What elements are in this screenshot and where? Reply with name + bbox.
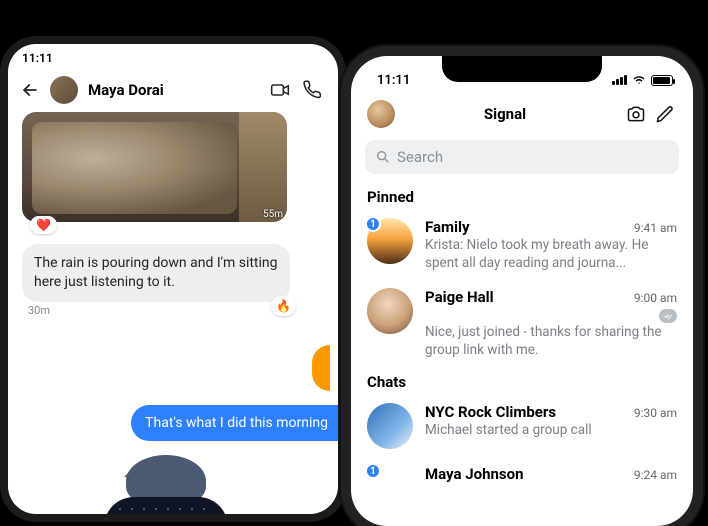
image-message[interactable]: 55m ❤️ (22, 112, 287, 222)
incoming-message-text: The rain is pouring down and I'm sitting… (34, 255, 278, 290)
profile-avatar[interactable] (367, 100, 395, 128)
heart-reaction-icon[interactable]: ❤️ (30, 216, 57, 234)
conversation-time: 9:30 am (634, 406, 677, 420)
conversation-row-family[interactable]: 1 Family 9:41 am Krista: Nielo took my b… (351, 210, 693, 280)
conversation-name: Paige Hall (425, 288, 494, 306)
conversation-row-nyc[interactable]: NYC Rock Climbers 9:30 am Michael starte… (351, 395, 693, 457)
camera-icon[interactable] (625, 104, 647, 124)
battery-icon (651, 75, 673, 86)
orange-bubble-edge (312, 345, 330, 391)
search-placeholder: Search (397, 148, 443, 166)
chat-header: Maya Dorai (8, 72, 338, 112)
cat-photo (32, 122, 237, 214)
avatar (367, 288, 413, 334)
search-field[interactable]: Search (365, 140, 679, 174)
avatar (367, 403, 413, 449)
voice-call-icon[interactable] (302, 80, 326, 100)
conversation-row-maya[interactable]: 1 Maya Johnson 9:24 am (351, 457, 693, 519)
conversation-time: 9:00 am (634, 291, 677, 305)
outgoing-message[interactable]: That's what I did this morning (131, 405, 338, 441)
conversation-preview: Krista: Nielo took my breath away. He sp… (425, 237, 677, 272)
outgoing-message-text: That's what I did this morning (145, 415, 328, 431)
fire-reaction-icon[interactable]: 🔥 (271, 296, 296, 316)
iphone: 11:11 Signal Search Pinned 1 Family 9:41… (351, 56, 693, 526)
cat-sticker[interactable] (86, 455, 246, 514)
cellular-icon (612, 75, 627, 85)
section-chats: Chats (351, 367, 693, 395)
chat-body: 55m ❤️ The rain is pouring down and I'm … (8, 112, 338, 514)
avatar: 1 (367, 465, 413, 511)
avatar: 1 (367, 218, 413, 264)
ios-clock: 11:11 (377, 73, 410, 88)
back-arrow-icon[interactable] (20, 80, 40, 100)
read-receipt-icon (659, 309, 677, 323)
unread-badge: 1 (365, 463, 381, 479)
unread-badge: 1 (365, 216, 381, 232)
ios-status-right (612, 74, 673, 86)
outgoing-image-edge[interactable] (16, 345, 330, 391)
conversation-list-header: Signal (351, 94, 693, 136)
iphone-notch (442, 56, 602, 82)
image-message-time: 55m (263, 209, 283, 220)
wifi-icon (631, 74, 647, 86)
conversation-time: 9:24 am (634, 468, 677, 482)
sticker-bed (104, 497, 228, 514)
conversation-name: Maya Johnson (425, 465, 523, 483)
android-phone: 11:11 Maya Dorai 55m ❤️ The rain is pour… (8, 44, 338, 514)
compose-icon[interactable] (655, 104, 677, 124)
conversation-name: NYC Rock Climbers (425, 403, 556, 421)
video-call-icon[interactable] (268, 80, 292, 100)
android-status-bar: 11:11 (8, 44, 338, 72)
contact-avatar[interactable] (50, 76, 78, 104)
section-pinned: Pinned (351, 182, 693, 210)
app-title: Signal (403, 105, 617, 123)
search-icon (375, 149, 391, 165)
conversation-name: Family (425, 218, 470, 236)
contact-name[interactable]: Maya Dorai (88, 81, 258, 99)
conversation-preview: Michael started a group call (425, 422, 677, 440)
incoming-message[interactable]: The rain is pouring down and I'm sitting… (22, 244, 290, 302)
conversation-preview: Nice, just joined - thanks for sharing t… (425, 324, 677, 359)
android-clock: 11:11 (22, 51, 53, 65)
conversation-time: 9:41 am (634, 221, 677, 235)
conversation-row-paige[interactable]: Paige Hall 9:00 am Nice, just joined - t… (351, 280, 693, 367)
image-message-second (239, 112, 287, 222)
